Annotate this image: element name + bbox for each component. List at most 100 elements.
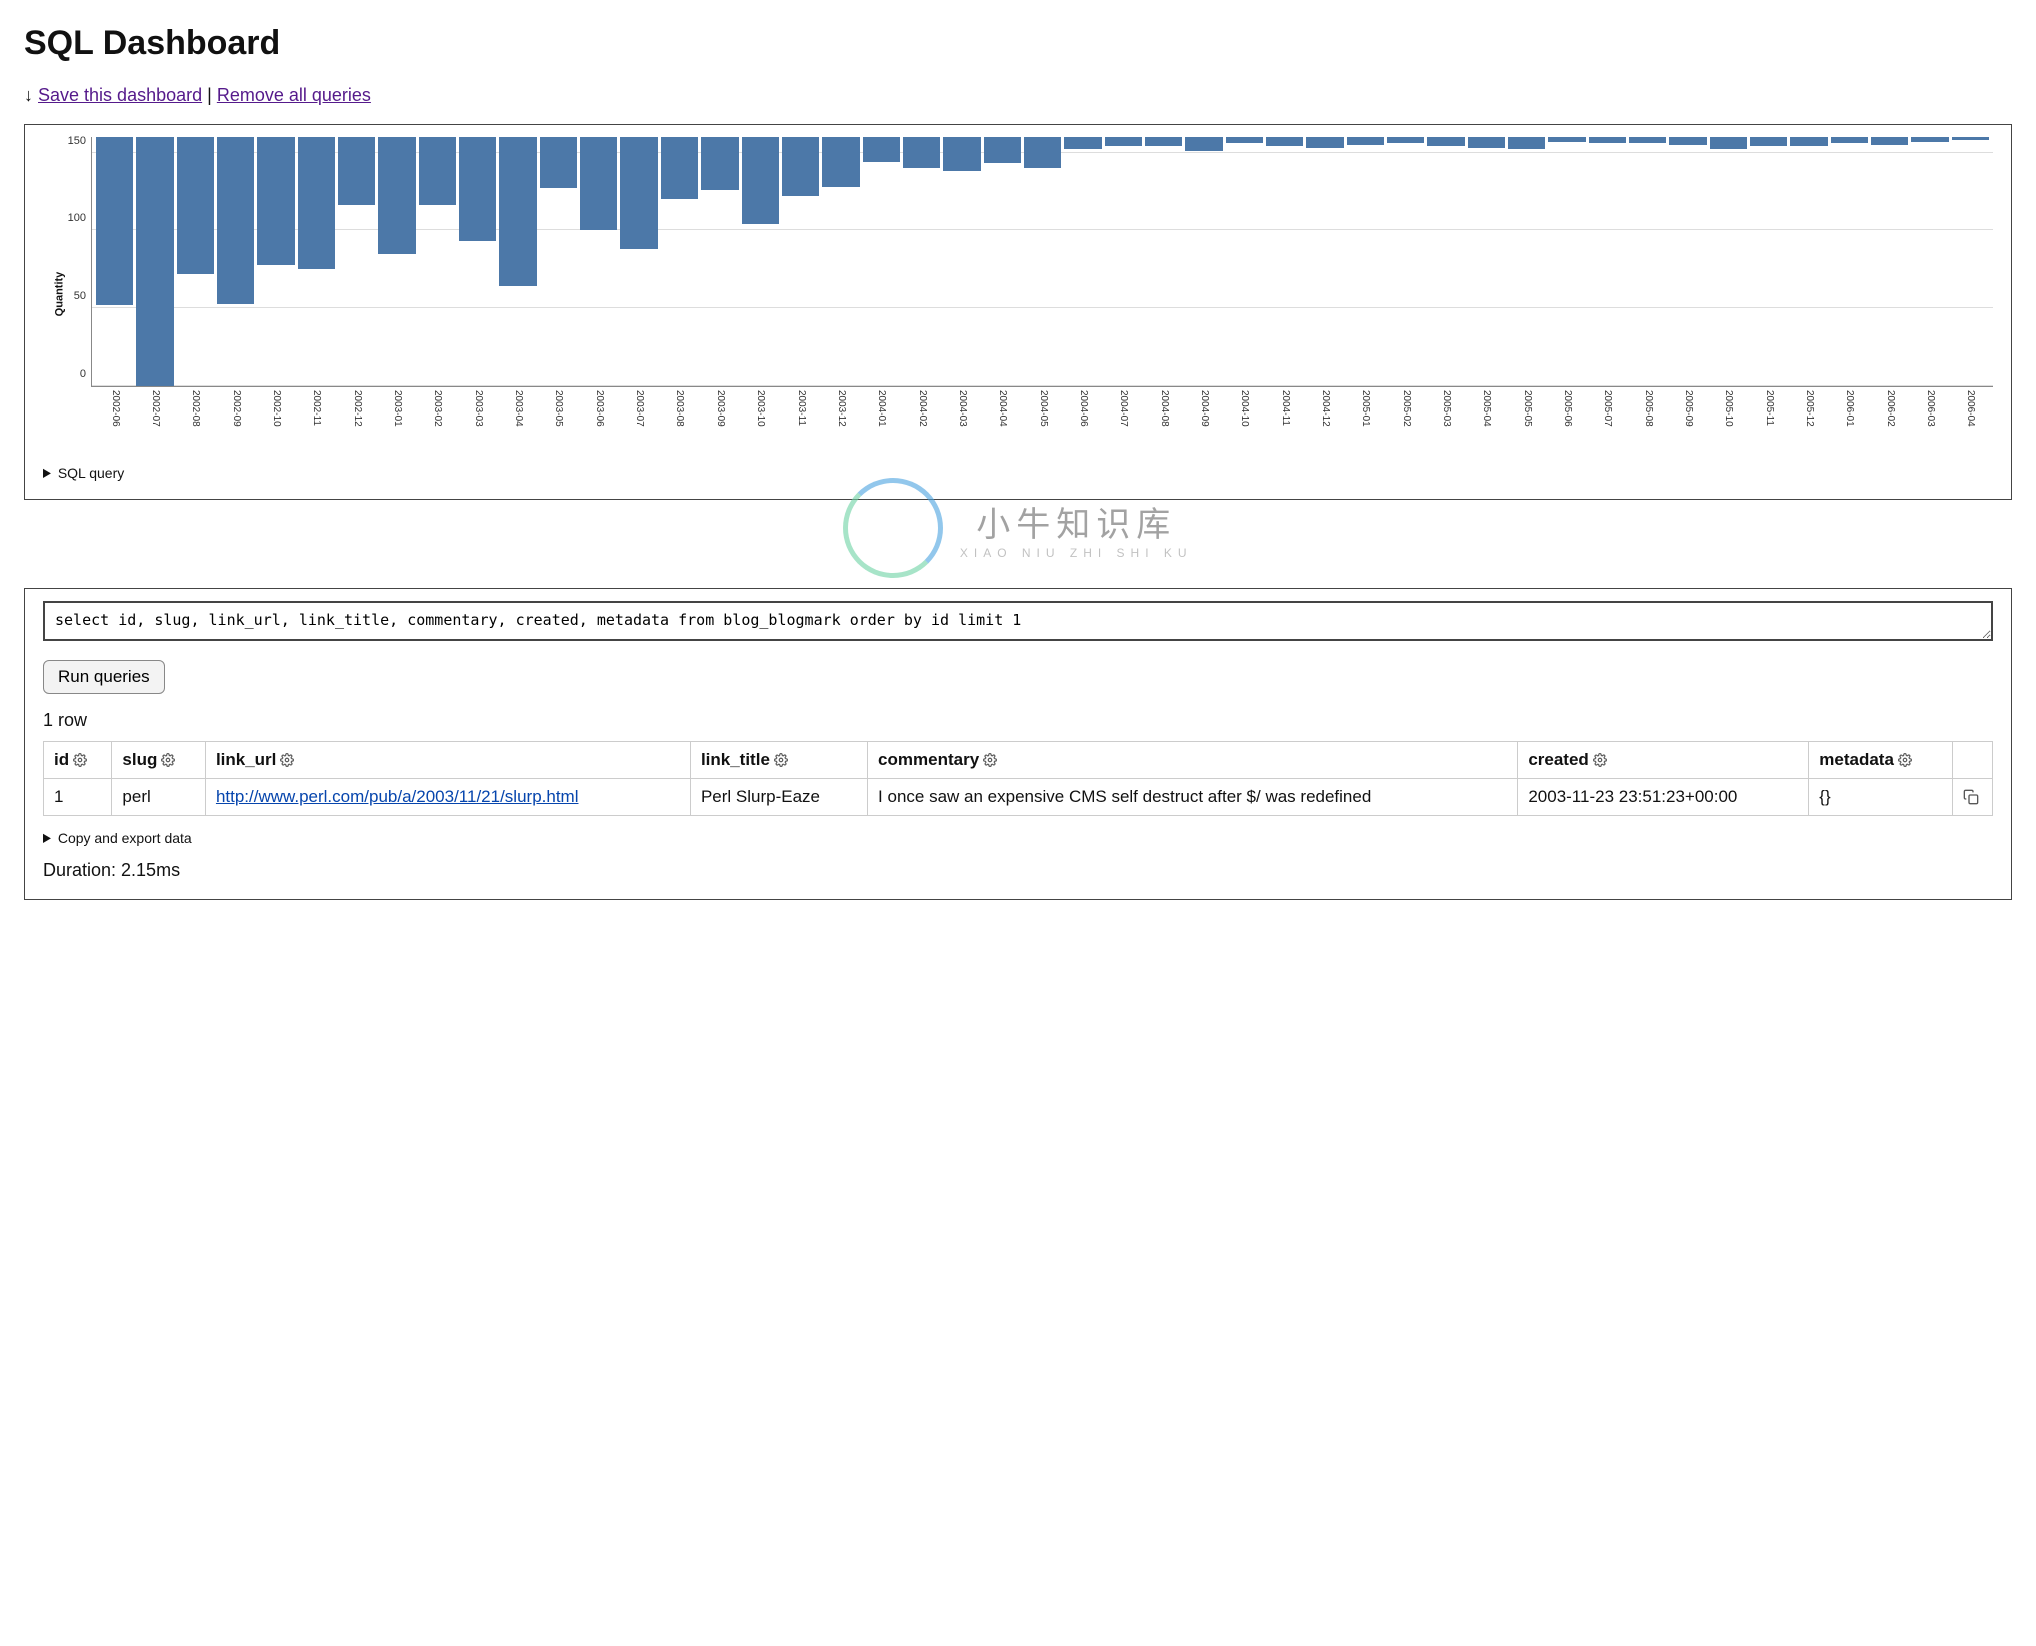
- chart-bar-slot: 2005-09: [1669, 137, 1706, 386]
- cell-metadata: {}: [1809, 778, 1953, 815]
- chart-xtick: 2005-10: [1723, 390, 1734, 427]
- chart-xtick: 2002-07: [150, 390, 161, 427]
- chart-bar: [1548, 137, 1585, 142]
- chart-bar: [338, 137, 375, 205]
- chart-bar-slot: 2006-03: [1911, 137, 1948, 386]
- chart-bar-slot: 2002-09: [217, 137, 254, 386]
- chart-xtick: 2005-05: [1522, 390, 1533, 427]
- chart-xtick: 2003-05: [553, 390, 564, 427]
- query-panel: Run queries 1 row idsluglink_urllink_tit…: [24, 588, 2012, 900]
- chart-xtick: 2004-08: [1159, 390, 1170, 427]
- run-queries-button[interactable]: Run queries: [43, 660, 165, 694]
- chart-bar-slot: 2004-04: [984, 137, 1021, 386]
- sql-query-toggle[interactable]: SQL query: [43, 465, 1993, 481]
- chart-bar-slot: 2003-09: [701, 137, 738, 386]
- chart-bar: [1427, 137, 1464, 146]
- column-header-label: commentary: [878, 750, 979, 769]
- chart-xtick: 2003-11: [796, 390, 807, 426]
- chart-bar: [499, 137, 536, 286]
- chart-xtick: 2003-02: [432, 390, 443, 427]
- chart-bar: [1145, 137, 1182, 146]
- chart-bar: [1306, 137, 1343, 148]
- column-header-metadata[interactable]: metadata: [1809, 741, 1953, 778]
- chart-xtick: 2005-07: [1602, 390, 1613, 427]
- copy-icon[interactable]: [1963, 787, 1979, 806]
- chart-bar: [1387, 137, 1424, 143]
- chart-bar-slot: 2005-06: [1548, 137, 1585, 386]
- chart-xtick: 2005-02: [1401, 390, 1412, 427]
- chart-xtick: 2006-04: [1965, 390, 1976, 427]
- chart-bar: [1105, 137, 1142, 146]
- column-header-slug[interactable]: slug: [112, 741, 206, 778]
- duration: Duration: 2.15ms: [43, 860, 1993, 881]
- chart-xtick: 2005-06: [1562, 390, 1573, 427]
- save-dashboard-link[interactable]: Save this dashboard: [38, 85, 202, 105]
- chart-xtick: 2004-04: [997, 390, 1008, 427]
- chart-xtick: 2005-01: [1360, 390, 1371, 427]
- column-header-id[interactable]: id: [44, 741, 112, 778]
- column-header-link_title[interactable]: link_title: [690, 741, 867, 778]
- gear-icon[interactable]: [276, 750, 294, 769]
- chart-bar: [620, 137, 657, 249]
- chart-xtick: 2003-12: [836, 390, 847, 427]
- chart-bar-slot: 2004-09: [1185, 137, 1222, 386]
- link-url-anchor[interactable]: http://www.perl.com/pub/a/2003/11/21/slu…: [216, 787, 579, 806]
- chart-bar-slot: 2004-07: [1105, 137, 1142, 386]
- chart-bar: [943, 137, 980, 171]
- gear-icon[interactable]: [157, 750, 175, 769]
- column-header-label: link_title: [701, 750, 770, 769]
- chart-bar-slot: 2003-03: [459, 137, 496, 386]
- chart-bar-slot: 2005-11: [1750, 137, 1787, 386]
- chart-xtick: 2006-03: [1925, 390, 1936, 427]
- chart-bar-slot: 2002-06: [96, 137, 133, 386]
- chart-ytick: 150: [54, 135, 86, 147]
- chart-xtick: 2003-04: [513, 390, 524, 427]
- chart-bar-slot: 2002-07: [136, 137, 173, 386]
- chart-bar-slot: 2004-08: [1145, 137, 1182, 386]
- gear-icon[interactable]: [979, 750, 997, 769]
- chart-xtick: 2003-03: [473, 390, 484, 427]
- chart-ytick: 50: [54, 290, 86, 302]
- column-header-commentary[interactable]: commentary: [868, 741, 1518, 778]
- chart-bar: [822, 137, 859, 187]
- copy-row-cell: [1953, 778, 1993, 815]
- chart-bar-slot: 2003-06: [580, 137, 617, 386]
- gear-icon[interactable]: [1589, 750, 1607, 769]
- chart-ytick: 0: [54, 368, 86, 380]
- chart-bar-slot: 2005-08: [1629, 137, 1666, 386]
- column-header-created[interactable]: created: [1518, 741, 1809, 778]
- gear-icon[interactable]: [69, 750, 87, 769]
- column-header-link_url[interactable]: link_url: [205, 741, 690, 778]
- chart-xtick: 2002-09: [231, 390, 242, 427]
- chart-bar-slot: 2005-12: [1790, 137, 1827, 386]
- chart-xtick: 2004-07: [1118, 390, 1129, 427]
- chart-bar-slot: 2005-02: [1387, 137, 1424, 386]
- copy-export-toggle[interactable]: Copy and export data: [43, 830, 1993, 846]
- chart-bar-slot: 2003-02: [419, 137, 456, 386]
- chart-bar: [863, 137, 900, 162]
- chart-bar: [701, 137, 738, 190]
- chart-bar: [1508, 137, 1545, 149]
- chart-xtick: 2003-07: [634, 390, 645, 427]
- chart-bar-slot: 2003-05: [540, 137, 577, 386]
- gear-icon[interactable]: [770, 750, 788, 769]
- column-header-label: link_url: [216, 750, 276, 769]
- chart-xtick: 2004-11: [1280, 390, 1291, 426]
- chart-bar-slot: 2003-11: [782, 137, 819, 386]
- cell-created: 2003-11-23 23:51:23+00:00: [1518, 778, 1809, 815]
- chart-bar: [540, 137, 577, 188]
- chart-bar-slot: 2003-12: [822, 137, 859, 386]
- sql-query-toggle-label: SQL query: [58, 465, 124, 481]
- table-row: 1perlhttp://www.perl.com/pub/a/2003/11/2…: [44, 778, 1993, 815]
- chart-bar: [1790, 137, 1827, 146]
- chart-bar: [580, 137, 617, 230]
- gear-icon[interactable]: [1894, 750, 1912, 769]
- chart-xtick: 2004-03: [957, 390, 968, 427]
- chart-bar-slot: 2003-08: [661, 137, 698, 386]
- remove-all-queries-link[interactable]: Remove all queries: [217, 85, 371, 105]
- sql-query-input[interactable]: [43, 601, 1993, 641]
- column-header-label: created: [1528, 750, 1588, 769]
- quantity-bar-chart: Quantity 0501001502002-062002-072002-082…: [43, 137, 1993, 451]
- chart-panel: Quantity 0501001502002-062002-072002-082…: [24, 124, 2012, 500]
- chart-bar-slot: 2003-01: [378, 137, 415, 386]
